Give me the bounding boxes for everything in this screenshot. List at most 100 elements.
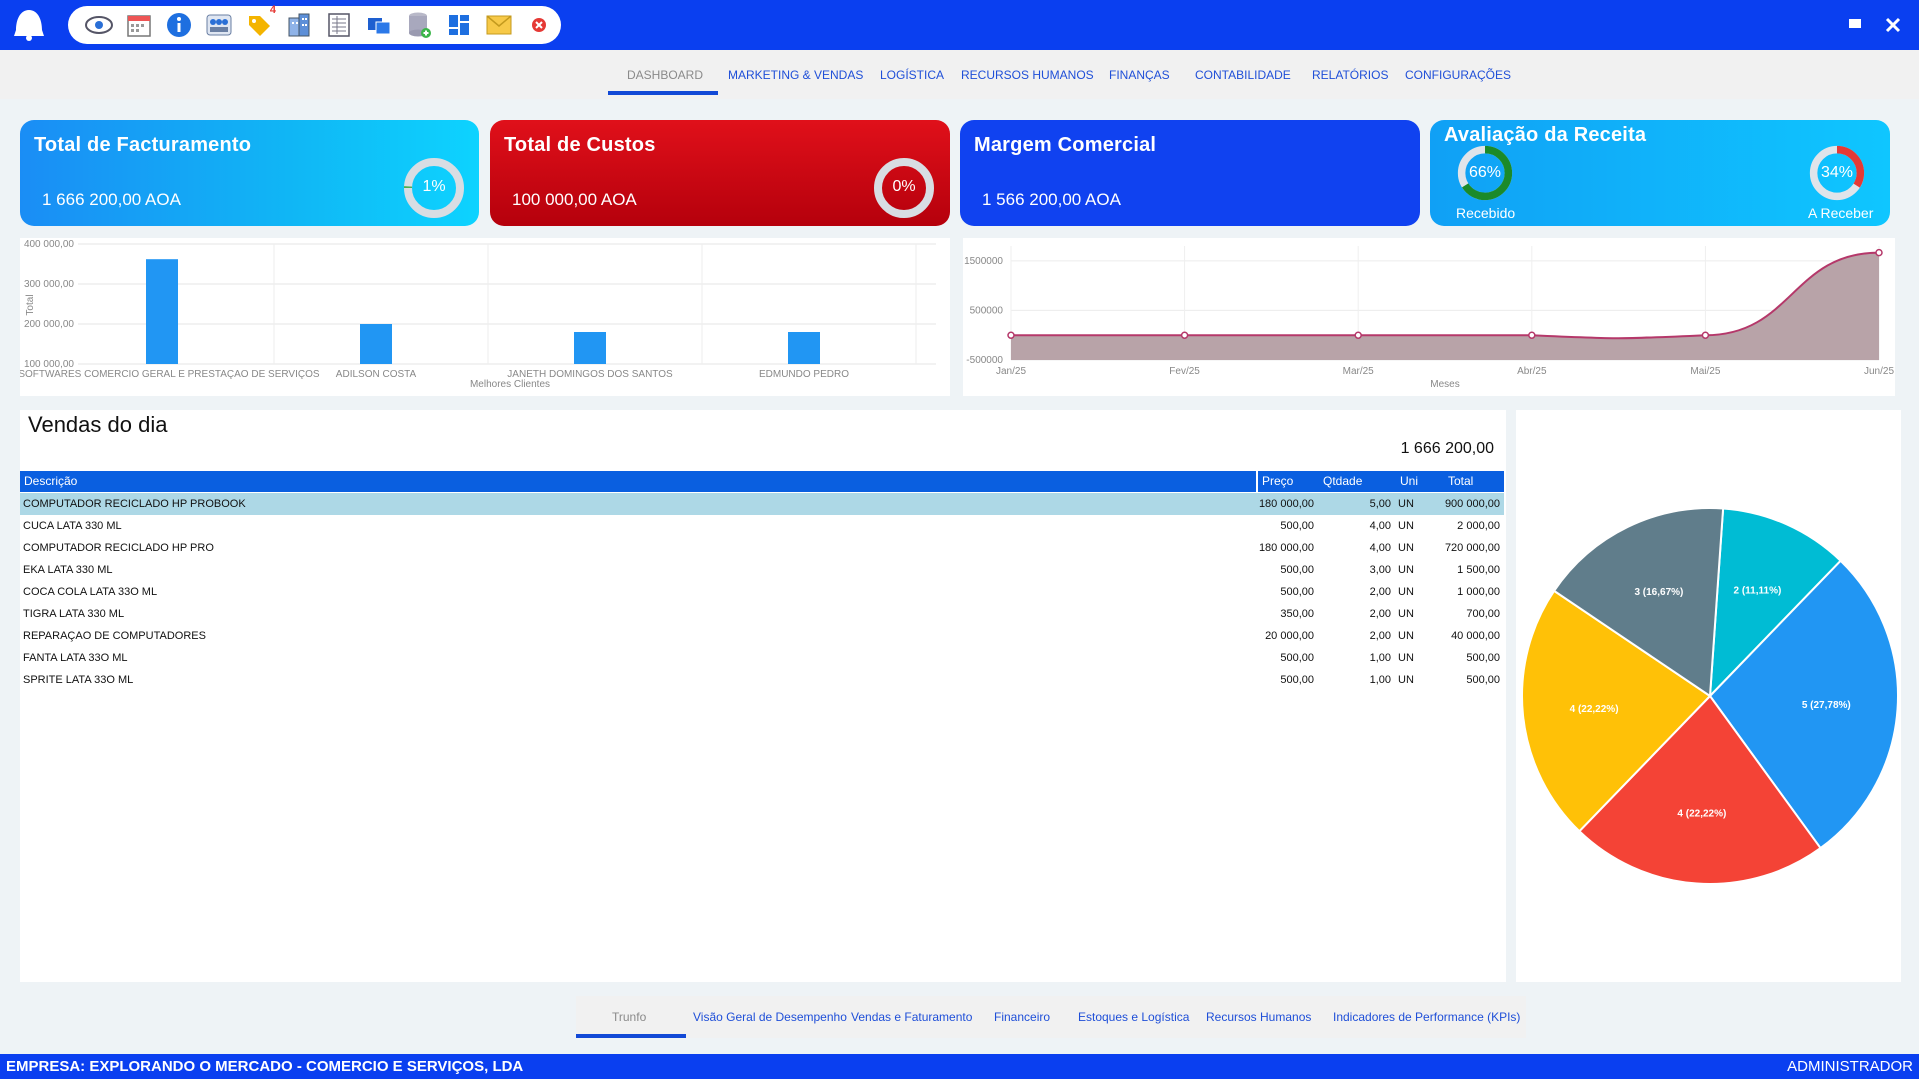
line-point xyxy=(1528,331,1536,339)
table-row[interactable]: EKA LATA 330 ML 500,00 3,00 UN 1 500,00 xyxy=(20,559,1504,581)
cell-qtdade: 5,00 xyxy=(1369,498,1391,510)
cell-uni: UN xyxy=(1398,498,1414,510)
nav-financas[interactable]: FINANÇAS xyxy=(1109,68,1170,82)
nav-contabilidade[interactable]: CONTABILIDADE xyxy=(1195,68,1291,82)
minimize-button[interactable] xyxy=(1842,12,1868,38)
line-point xyxy=(1007,331,1015,339)
database-icon[interactable] xyxy=(404,10,434,40)
dashboard-icon[interactable] xyxy=(444,10,474,40)
monthly-revenue-chart: 1500000 500000 -500000 Jan/25 Fev/25 Mar/25 Ab… xyxy=(963,238,1895,396)
cell-total: 720 000,00 xyxy=(1444,542,1500,554)
kpi-value: 1 666 200,00 AOA xyxy=(42,190,181,209)
bar xyxy=(574,332,606,364)
line-x-tick: Fev/25 xyxy=(1169,366,1200,377)
cell-preco: 180 000,00 xyxy=(1258,498,1314,510)
tab-kpis[interactable]: Indicadores de Performance (KPIs) xyxy=(1333,1010,1520,1024)
calendar-icon[interactable] xyxy=(124,10,154,40)
line-x-tick: Mar/25 xyxy=(1343,366,1375,377)
eye-icon[interactable] xyxy=(84,10,114,40)
cell-preco: 180 000,00 xyxy=(1258,542,1314,554)
kpi-card-custos[interactable]: Total de Custos 100 000,00 AOA 0% xyxy=(490,120,950,226)
cell-qtdade: 2,00 xyxy=(1369,608,1391,620)
document-icon[interactable] xyxy=(324,10,354,40)
table-row[interactable]: REPARAÇAO DE COMPUTADORES 20 000,00 2,00 UN… xyxy=(20,625,1504,647)
table-row[interactable]: SPRITE LATA 33O ML 500,00 1,00 UN 500,00 xyxy=(20,669,1504,691)
col-total[interactable]: Total xyxy=(1448,474,1473,488)
kpi-card-receita[interactable]: Avaliação da Receita 66% Recebido 34% A … xyxy=(1430,120,1890,226)
line-y-tick: 1500000 xyxy=(964,256,1003,267)
cell-uni: UN xyxy=(1398,608,1414,620)
kpi-title: Margem Comercial xyxy=(974,134,1157,156)
best-clients-chart: 400 000,00 300 000,00 200 000,00 100 000,00… xyxy=(4,238,950,396)
cell-uni: UN xyxy=(1398,542,1414,554)
tag-icon[interactable]: 4 xyxy=(244,4,276,40)
col-uni[interactable]: Uni xyxy=(1400,474,1418,488)
nav-dashboard[interactable]: DASHBOARD xyxy=(627,68,703,82)
pie-label: 5 (27,78%) xyxy=(1802,700,1851,711)
receber-percent: 34% xyxy=(1820,164,1854,181)
col-preco[interactable]: Preço xyxy=(1262,474,1293,488)
tab-vendas-faturamento[interactable]: Vendas e Faturamento xyxy=(851,1010,972,1024)
bar-x-tick: NPSOFTWARES COMERCIO GERAL E PRESTAÇAO D… xyxy=(20,369,320,380)
kpi-value: 1 566 200,00 AOA xyxy=(982,190,1121,209)
vendas-title: Vendas do dia xyxy=(28,412,168,437)
tab-recursos-humanos[interactable]: Recursos Humanos xyxy=(1206,1010,1311,1024)
cell-total: 900 000,00 xyxy=(1444,498,1500,510)
cell-preco: 500,00 xyxy=(1280,674,1314,686)
cell-qtdade: 3,00 xyxy=(1369,564,1391,576)
cell-preco: 350,00 xyxy=(1280,608,1314,620)
line-x-tick: Mai/25 xyxy=(1690,366,1720,377)
table-row[interactable]: CUCA LATA 330 ML 500,00 4,00 UN 2 000,00 xyxy=(20,515,1504,537)
tab-financeiro[interactable]: Financeiro xyxy=(994,1010,1050,1024)
nav-marketing-vendas[interactable]: MARKETING & VENDAS xyxy=(728,68,863,82)
recebido-percent: 66% xyxy=(1468,164,1502,181)
table-row[interactable]: COCA COLA LATA 33O ML 500,00 2,00 UN 1 000,0… xyxy=(20,581,1504,603)
cell-uni: UN xyxy=(1398,630,1414,642)
cell-uni: UN xyxy=(1398,674,1414,686)
pie-label: 4 (22,22%) xyxy=(1570,704,1619,715)
receber-label: A Receber xyxy=(1808,205,1874,221)
tab-estoques-logistica[interactable]: Estoques e Logística xyxy=(1078,1010,1189,1024)
cell-qtdade: 4,00 xyxy=(1369,542,1391,554)
kpi-title: Total de Custos xyxy=(504,134,656,156)
line-chart-svg: 1500000 500000 -500000Jan/25 Fev/25 Mar/25 Ab… xyxy=(964,246,1894,390)
table-row[interactable]: COMPUTADOR RECICLADO HP PROBOOK 180 000,0… xyxy=(20,493,1504,515)
cell-total: 2 000,00 xyxy=(1457,520,1500,532)
table-row[interactable]: COMPUTADOR RECICLADO HP PRO 180 000,00 4,0… xyxy=(20,537,1504,559)
col-qtdade[interactable]: Qtdade xyxy=(1323,474,1362,488)
windows-icon[interactable] xyxy=(364,10,394,40)
close-button[interactable] xyxy=(1880,12,1906,38)
table-row[interactable]: FANTA LATA 33O ML 500,00 1,00 UN 500,00 xyxy=(20,647,1504,669)
tab-trunfo[interactable]: Trunfo xyxy=(612,1010,646,1024)
info-icon[interactable] xyxy=(164,10,194,40)
building-icon[interactable] xyxy=(284,10,314,40)
nav-logistica[interactable]: LOGÍSTICA xyxy=(880,68,944,82)
close-circle-icon[interactable] xyxy=(524,10,554,40)
title-bar: 4 xyxy=(0,0,1919,50)
kpi-card-facturamento[interactable]: Total de Facturamento 1 666 200,00 AOA 1… xyxy=(20,120,479,226)
nav-configuracoes[interactable]: CONFIGURAÇÕES xyxy=(1405,68,1511,82)
tab-visao-geral[interactable]: Visão Geral de Desempenho xyxy=(693,1010,847,1024)
cell-preco: 20 000,00 xyxy=(1265,630,1314,642)
bar-x-axis-label: Melhores Clientes xyxy=(470,379,550,390)
pie-label: 2 (11,11%) xyxy=(1734,586,1782,597)
vendas-total: 1 666 200,00 xyxy=(1400,440,1494,457)
cell-preco: 500,00 xyxy=(1280,652,1314,664)
vendas-do-dia-panel: Vendas do dia 1 666 200,00 Descrição Pre… xyxy=(20,410,1506,982)
col-descricao[interactable]: Descrição xyxy=(24,474,77,488)
cell-descricao: COMPUTADOR RECICLADO HP PRO xyxy=(23,542,214,554)
nav-relatorios[interactable]: RELATÓRIOS xyxy=(1312,68,1388,82)
bar-y-tick: 400 000,00 xyxy=(24,239,74,250)
company-name: EMPRESA: EXPLORANDO O MERCADO - COMERCIO… xyxy=(6,1058,524,1075)
users-icon[interactable] xyxy=(204,10,234,40)
table-row[interactable]: TIGRA LATA 330 ML 350,00 2,00 UN 700,00 xyxy=(20,603,1504,625)
nav-recursos-humanos[interactable]: RECURSOS HUMANOS xyxy=(961,68,1094,82)
app-logo-icon[interactable] xyxy=(10,6,48,44)
line-point xyxy=(1875,248,1883,257)
area-fill xyxy=(1011,252,1879,360)
cell-descricao: REPARAÇAO DE COMPUTADORES xyxy=(23,630,206,642)
column-divider xyxy=(1256,471,1258,492)
kpi-card-margem[interactable]: Margem Comercial 1 566 200,00 AOA xyxy=(960,120,1420,226)
mail-icon[interactable] xyxy=(484,10,514,40)
line-x-tick: Jun/25 xyxy=(1864,366,1894,377)
